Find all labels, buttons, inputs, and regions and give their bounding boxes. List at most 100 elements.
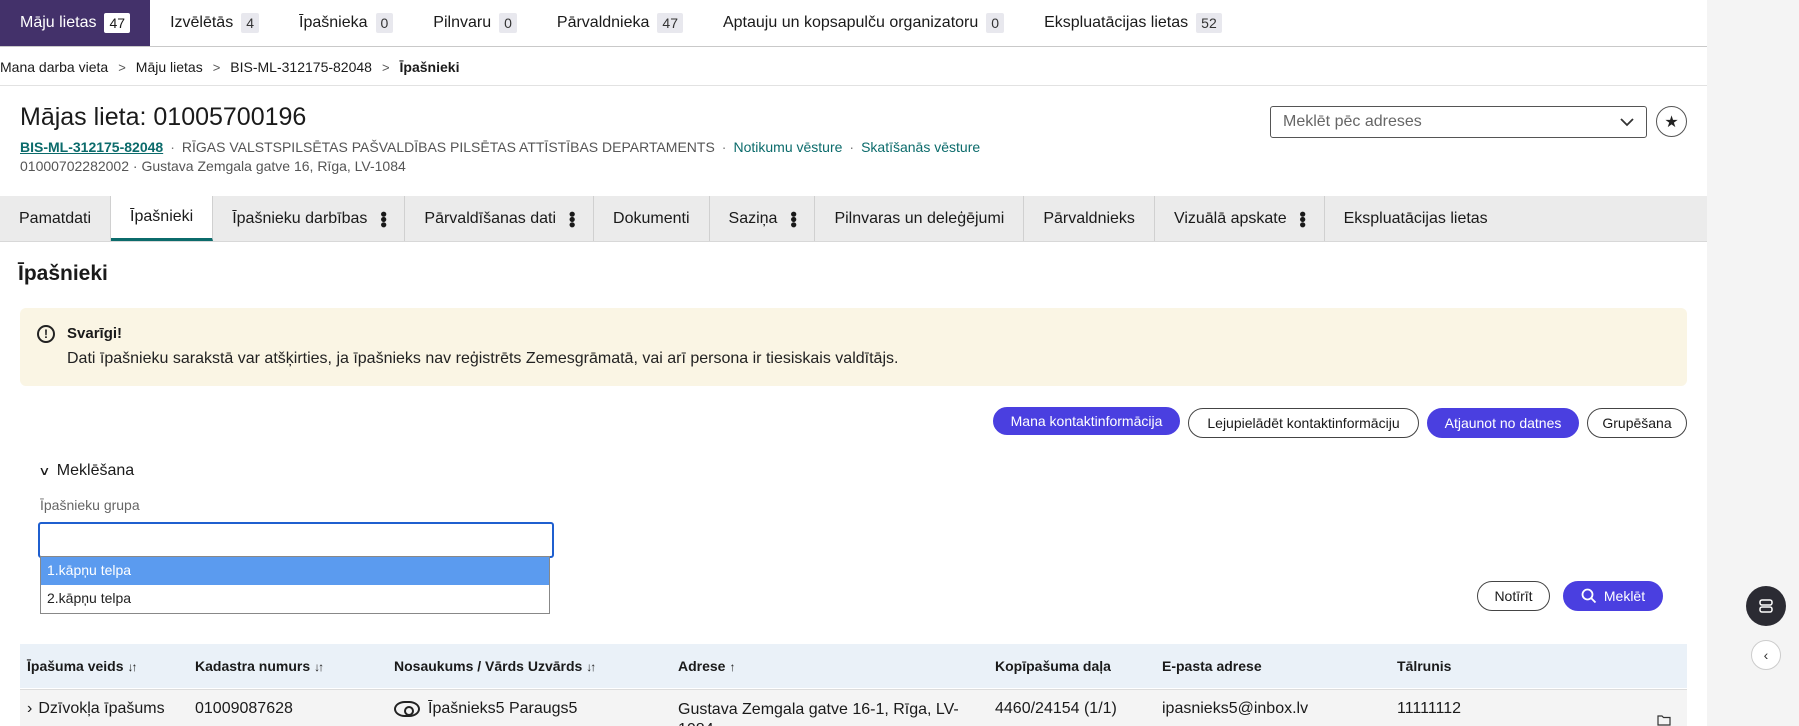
- eye-icon[interactable]: [394, 700, 420, 717]
- collapse-panel-button[interactable]: ‹: [1751, 640, 1781, 670]
- table-row[interactable]: › Dzīvokļa īpašums 01009087628 Īpašnieks5…: [20, 689, 1687, 726]
- right-strip: [1707, 0, 1799, 47]
- favorite-star-button[interactable]: ★: [1656, 106, 1687, 137]
- search-button[interactable]: Meklēt: [1563, 581, 1663, 611]
- alert-text: Dati īpašnieku sarakstā var atšķirties, …: [67, 350, 899, 367]
- top-tab-pilnvaru[interactable]: Pilnvaru 0: [413, 0, 537, 46]
- assistant-fab-button[interactable]: [1746, 586, 1786, 626]
- events-history-link[interactable]: Notikumu vēsture: [733, 139, 842, 155]
- department-name: RĪGAS VALSTSPILSĒTAS PAŠVALDĪBAS PILSĒTA…: [181, 139, 715, 155]
- column-header-address[interactable]: Adrese ↑: [678, 658, 735, 674]
- chevron-right-icon: ›: [27, 700, 33, 717]
- breadcrumb-item[interactable]: Mana darba vieta: [0, 59, 108, 75]
- tab-pilnvaras[interactable]: Pilnvaras un deleģējumi: [815, 196, 1025, 241]
- tab-vizuala-apskate[interactable]: Vizuālā apskate •••: [1155, 196, 1325, 241]
- cell-email: ipasnieks5@inbox.lv: [1162, 700, 1309, 717]
- address-search-select[interactable]: Meklēt pēc adreses: [1270, 106, 1647, 138]
- column-header-cadastre[interactable]: Kadastra numurs ↓↑: [195, 658, 324, 674]
- tab-sazina[interactable]: Saziņa •••: [710, 196, 816, 241]
- tab-pamatdati[interactable]: Pamatdati: [0, 196, 112, 241]
- column-header-type[interactable]: Īpašuma veids ↓↑: [27, 658, 138, 674]
- cell-address: Gustava Zemgala gatve 16-1, Rīga, LV-108…: [678, 701, 959, 726]
- important-alert: ! Svarīgi! Dati īpašnieku sarakstā var a…: [20, 308, 1687, 386]
- alert-title: Svarīgi!: [67, 325, 123, 342]
- more-vertical-icon[interactable]: •••: [373, 211, 393, 227]
- more-vertical-icon[interactable]: •••: [1293, 211, 1313, 227]
- page-title: Mājas lieta: 01005700196: [20, 103, 307, 131]
- tab-label: Dokumenti: [613, 209, 690, 227]
- chevron-down-icon: [1620, 117, 1634, 126]
- top-tab-izveletas[interactable]: Izvēlētās 4: [150, 0, 279, 46]
- cell-name: Īpašnieks5 Paraugs5: [394, 700, 577, 718]
- sort-icon[interactable]: ↓↑: [586, 660, 596, 674]
- section-tabs: Pamatdati Īpašnieki Īpašnieku darbības ••…: [0, 196, 1707, 242]
- tab-dokumenti[interactable]: Dokumenti: [594, 196, 710, 241]
- cell-type: Dzīvokļa īpašums: [38, 700, 165, 717]
- more-vertical-icon[interactable]: •••: [562, 211, 582, 227]
- case-meta: BIS-ML-312175-82048 · RĪGAS VALSTSPILSĒT…: [20, 139, 980, 155]
- tab-label: Vizuālā apskate: [1173, 209, 1287, 227]
- top-tab-label: Izvēlētās: [170, 14, 234, 31]
- dropdown-option[interactable]: 1.kāpņu telpa: [41, 557, 549, 585]
- top-tab-aptauju[interactable]: Aptauju un kopsapulču organizatoru 0: [703, 0, 1024, 46]
- top-tab-count: 0: [986, 13, 1005, 33]
- chevron-down-icon: ∨: [38, 464, 51, 478]
- divider: [0, 85, 1707, 86]
- tab-ipasnieku-darbibas[interactable]: Īpašnieku darbības •••: [213, 196, 406, 241]
- top-tab-ekspluatacijas[interactable]: Ekspluatācijas lietas 52: [1024, 0, 1242, 46]
- views-history-link[interactable]: Skatīšanās vēsture: [861, 139, 980, 155]
- chevron-left-icon: ‹: [1763, 647, 1769, 663]
- more-vertical-icon[interactable]: •••: [783, 211, 803, 227]
- top-tab-parvaldnieka[interactable]: Pārvaldnieka 47: [537, 0, 703, 46]
- tab-label: Ekspluatācijas lietas: [1343, 209, 1488, 227]
- owner-group-label: Īpašnieku grupa: [40, 497, 140, 513]
- tab-label: Īpašnieku darbības: [232, 209, 368, 227]
- top-tab-count: 4: [241, 13, 259, 33]
- breadcrumb-item[interactable]: BIS-ML-312175-82048: [230, 59, 372, 75]
- search-toggle[interactable]: ∨ Meklēšana: [38, 462, 135, 480]
- sort-icon[interactable]: ↓↑: [314, 660, 324, 674]
- breadcrumb-item[interactable]: Māju lietas: [136, 59, 203, 75]
- star-icon: ★: [1664, 113, 1679, 131]
- separator-dot: ·: [721, 139, 727, 155]
- owner-name: Īpašnieks5 Paraugs5: [428, 700, 578, 717]
- section-title: Īpašnieki: [18, 262, 108, 285]
- chevron-right-icon: >: [381, 59, 390, 75]
- tab-parvaldisanas-dati[interactable]: Pārvaldīšanas dati •••: [405, 196, 595, 241]
- search-toggle-label: Meklēšana: [56, 462, 135, 479]
- top-tab-ipasnieka[interactable]: Īpašnieka 0: [279, 0, 413, 46]
- case-id-link[interactable]: BIS-ML-312175-82048: [20, 139, 163, 155]
- sort-icon[interactable]: ↓↑: [128, 660, 138, 674]
- update-from-file-button[interactable]: Atjaunot no datnes: [1427, 408, 1579, 438]
- address-search-placeholder: Meklēt pēc adreses: [1283, 113, 1422, 130]
- top-tab-label: Aptauju un kopsapulču organizatoru: [722, 14, 979, 31]
- owner-group-dropdown: 1.kāpņu telpa 2.kāpņu telpa: [40, 556, 550, 614]
- download-contacts-button[interactable]: Lejupielādēt kontaktinformāciju: [1188, 408, 1419, 438]
- owner-group-input[interactable]: [38, 522, 554, 558]
- expand-row-button[interactable]: › Dzīvokļa īpašums: [27, 700, 165, 718]
- grouping-button[interactable]: Grupēšana: [1587, 408, 1687, 438]
- top-tab-maju-lietas[interactable]: Māju lietas 47: [0, 0, 151, 46]
- tab-parvaldnieks[interactable]: Pārvaldnieks: [1024, 196, 1155, 241]
- top-tab-count: 0: [375, 13, 394, 33]
- clear-button[interactable]: Notīrīt: [1477, 581, 1550, 611]
- column-header-share: Kopīpašuma daļa: [995, 658, 1111, 674]
- my-contacts-button[interactable]: Mana kontaktinformācija: [993, 407, 1180, 435]
- breadcrumb-current: Īpašnieki: [399, 59, 460, 75]
- separator-dot: ·: [849, 139, 855, 155]
- sort-icon[interactable]: ↑: [729, 660, 735, 674]
- dropdown-option[interactable]: 2.kāpņu telpa: [41, 585, 549, 613]
- tab-ekspluatacijas-lietas[interactable]: Ekspluatācijas lietas: [1325, 196, 1507, 241]
- folder-icon[interactable]: [1657, 714, 1671, 726]
- top-tab-count: 52: [1196, 13, 1222, 33]
- top-tab-count: 47: [104, 13, 131, 33]
- top-tab-count: 0: [499, 13, 517, 33]
- top-tab-label: Pārvaldnieka: [556, 14, 650, 31]
- cell-phone: 11111112: [1397, 700, 1462, 717]
- tab-label: Īpašnieki: [130, 208, 194, 225]
- tab-ipasnieki[interactable]: Īpašnieki: [111, 196, 214, 241]
- column-header-label: Adrese: [678, 658, 726, 674]
- column-header-phone: Tālrunis: [1397, 658, 1451, 674]
- chevron-right-icon: >: [212, 59, 221, 75]
- column-header-name[interactable]: Nosaukums / Vārds Uzvārds ↓↑: [394, 658, 596, 674]
